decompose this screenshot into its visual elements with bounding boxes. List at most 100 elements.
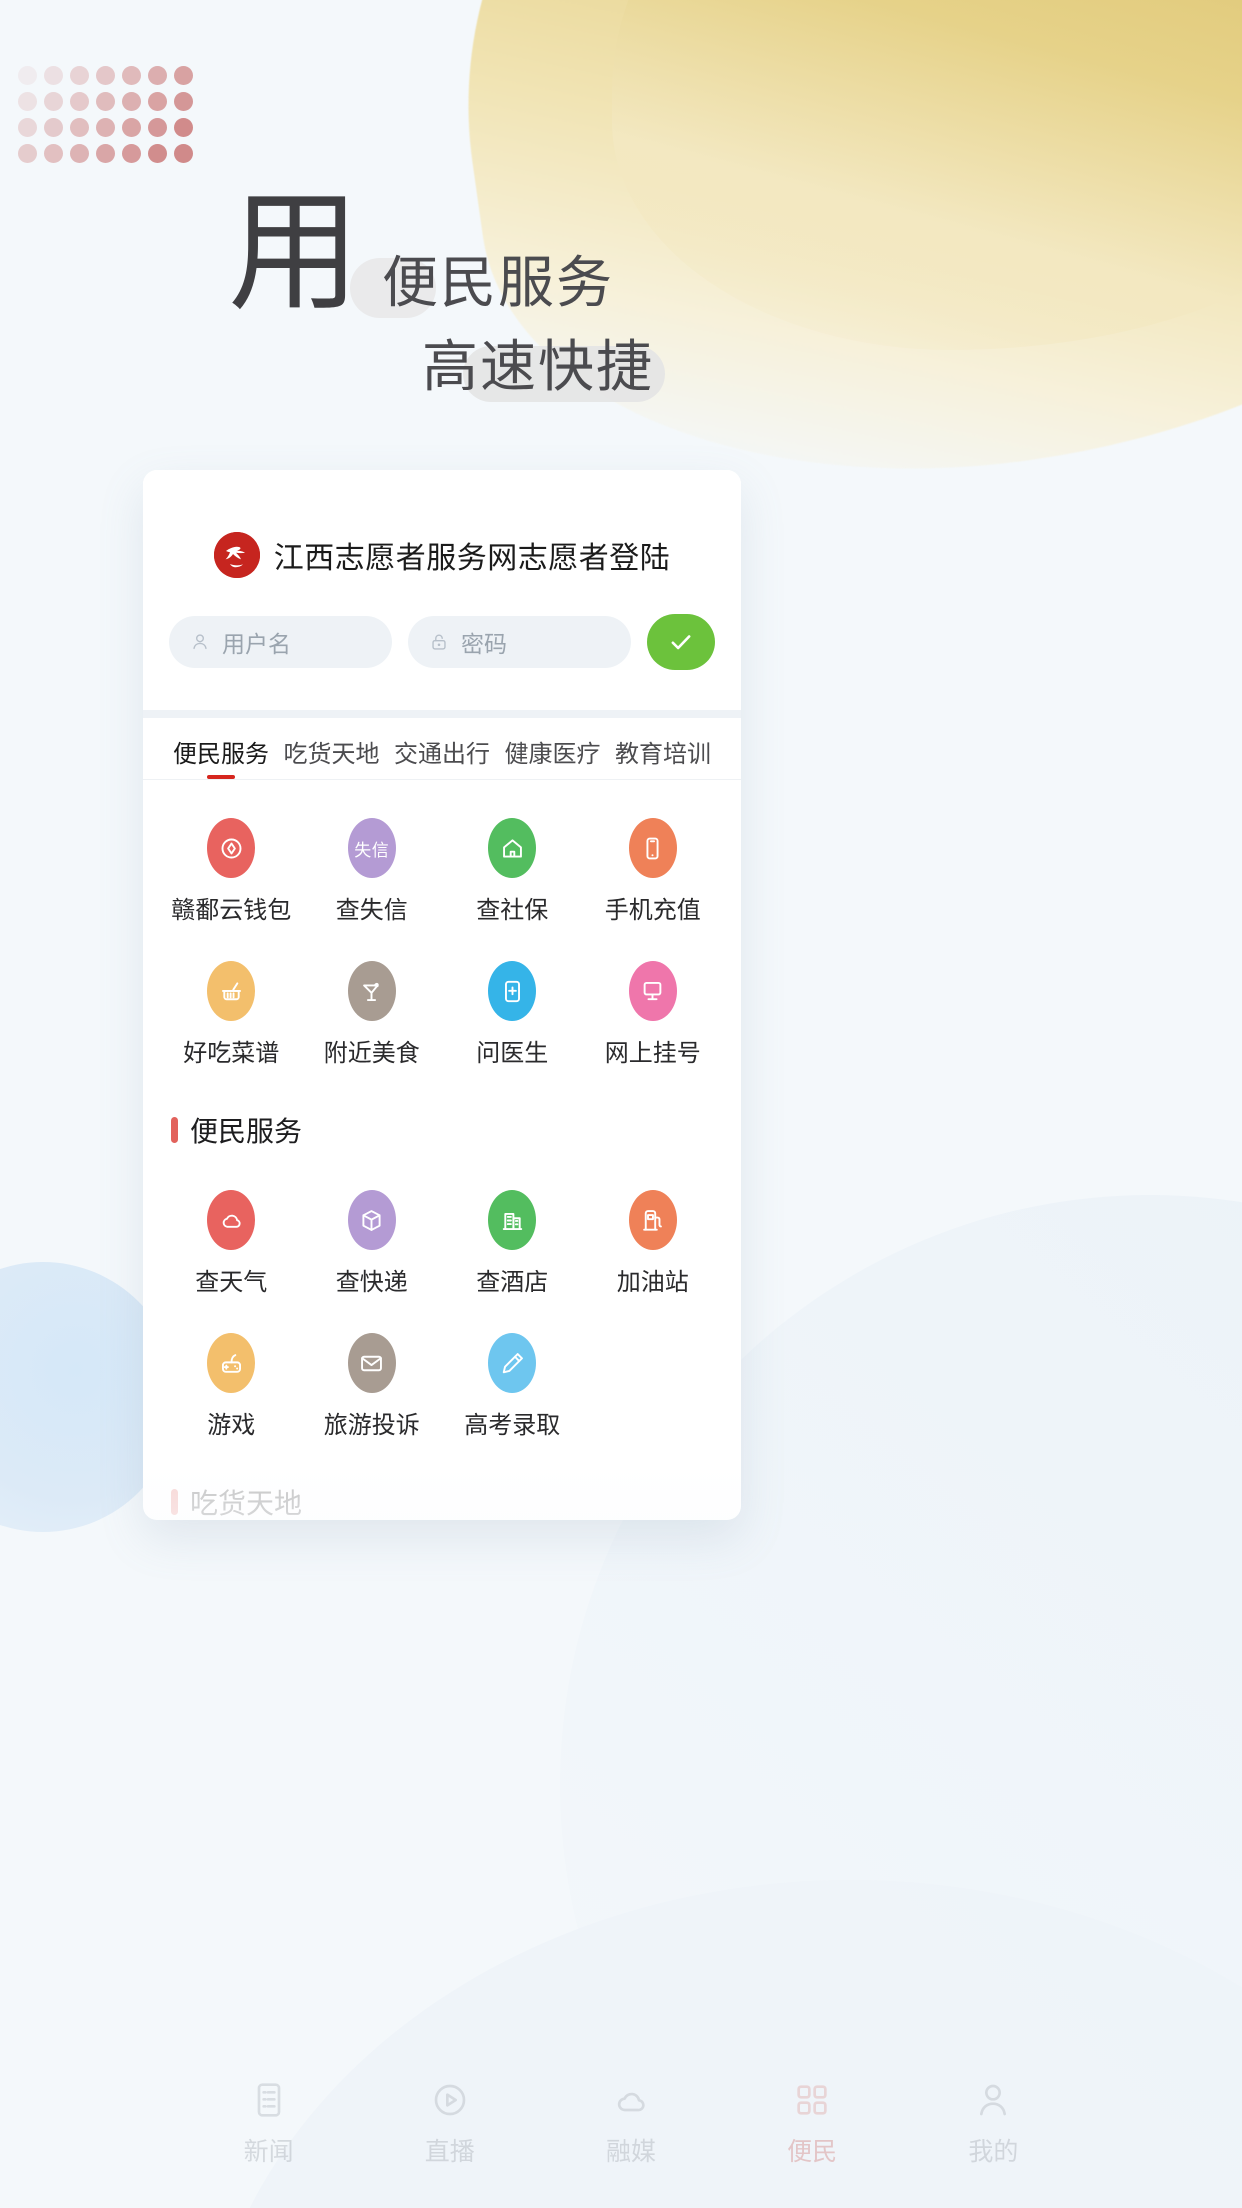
password-placeholder: 密码 bbox=[461, 632, 507, 657]
gamepad-icon bbox=[207, 1333, 256, 1393]
building-icon bbox=[488, 1190, 537, 1250]
nav-item-label: 我的 bbox=[968, 2139, 1019, 2166]
lock-icon bbox=[432, 634, 446, 650]
section-0-item-1[interactable]: 查快递 bbox=[302, 1178, 443, 1315]
nav-item-3[interactable]: 便民 bbox=[787, 2080, 837, 2168]
section-header-0: 便民服务 bbox=[143, 1092, 741, 1152]
quick-access-item-7[interactable]: 网上挂号 bbox=[583, 949, 724, 1086]
person-icon bbox=[973, 2080, 1013, 2125]
section-0-item-0[interactable]: 查天气 bbox=[161, 1178, 302, 1315]
decorative-dot bbox=[17, 65, 37, 85]
decorative-dot bbox=[121, 65, 141, 85]
nav-item-1[interactable]: 直播 bbox=[425, 2080, 475, 2168]
check-icon bbox=[671, 635, 691, 650]
bottom-navigation-bar: 新闻 直播 融媒 便民 我的 bbox=[178, 2072, 1084, 2176]
decorative-dot bbox=[95, 91, 115, 111]
section-0-label: 查快递 bbox=[335, 1270, 408, 1296]
mobile-phone-icon bbox=[628, 818, 677, 878]
decorative-dot bbox=[43, 143, 63, 163]
nav-item-2[interactable]: 融媒 bbox=[606, 2080, 656, 2168]
section-0-grid: 查天气 查快递 查酒店 加油站游戏 旅游投诉 高考录取 bbox=[143, 1152, 741, 1464]
package-box-icon bbox=[347, 1190, 396, 1250]
nav-item-label: 便民 bbox=[787, 2139, 838, 2166]
tab-4[interactable]: 教育培训 bbox=[615, 734, 711, 779]
section-0-label: 查天气 bbox=[195, 1270, 268, 1296]
section-0-item-4[interactable]: 游戏 bbox=[161, 1321, 302, 1458]
section-title: 便民服务 bbox=[190, 1117, 303, 1148]
section-0-label: 加油站 bbox=[616, 1270, 689, 1296]
nav-item-label: 新闻 bbox=[243, 2139, 294, 2166]
quick-access-label: 好吃菜谱 bbox=[183, 1041, 280, 1067]
decorative-dot bbox=[173, 65, 193, 85]
decorative-dot bbox=[43, 117, 63, 137]
username-placeholder: 用户名 bbox=[222, 632, 291, 657]
nav-item-4[interactable]: 我的 bbox=[968, 2080, 1018, 2168]
section-accent-bar bbox=[171, 1489, 178, 1515]
volunteer-logo-icon bbox=[213, 532, 260, 578]
decorative-dot bbox=[147, 65, 167, 85]
quick-access-item-3[interactable]: 手机充值 bbox=[583, 806, 724, 943]
password-field[interactable]: 密码 bbox=[408, 616, 631, 668]
decorative-dot bbox=[17, 117, 37, 137]
fuel-pump-icon bbox=[628, 1190, 677, 1250]
decorative-dot bbox=[69, 91, 89, 111]
tab-1[interactable]: 吃货天地 bbox=[284, 734, 380, 779]
tab-2[interactable]: 交通出行 bbox=[394, 734, 490, 779]
section-0-label: 高考录取 bbox=[464, 1413, 561, 1439]
decorative-dot bbox=[17, 91, 37, 111]
tab-0[interactable]: 便民服务 bbox=[173, 734, 269, 779]
decorative-dot bbox=[95, 117, 115, 137]
quick-access-item-4[interactable]: 好吃菜谱 bbox=[161, 949, 302, 1086]
decorative-dot bbox=[121, 91, 141, 111]
section-0-item-2[interactable]: 查酒店 bbox=[442, 1178, 583, 1315]
section-0-item-6[interactable]: 高考录取 bbox=[442, 1321, 583, 1458]
login-submit-button[interactable] bbox=[647, 614, 715, 670]
quick-access-label: 查社保 bbox=[476, 898, 549, 924]
envelope-icon bbox=[347, 1333, 396, 1393]
nav-item-0[interactable]: 新闻 bbox=[244, 2080, 294, 2168]
quick-access-item-1[interactable]: 失信 查失信 bbox=[302, 806, 443, 943]
quick-access-label: 查失信 bbox=[335, 898, 408, 924]
quick-access-label: 网上挂号 bbox=[604, 1041, 701, 1067]
section-0-item-5[interactable]: 旅游投诉 bbox=[302, 1321, 443, 1458]
decorative-dot bbox=[147, 117, 167, 137]
decorative-dot bbox=[173, 117, 193, 137]
decorative-dot bbox=[95, 65, 115, 85]
house-icon bbox=[488, 818, 537, 878]
section-0-item-3[interactable]: 加油站 bbox=[583, 1178, 724, 1315]
play-circle-icon bbox=[430, 2080, 470, 2125]
shixin-text-icon: 失信 bbox=[347, 818, 396, 878]
section-0-label: 旅游投诉 bbox=[323, 1413, 420, 1439]
quick-access-label: 赣鄱云钱包 bbox=[171, 898, 292, 924]
quick-access-label: 问医生 bbox=[476, 1041, 549, 1067]
quick-access-label: 手机充值 bbox=[604, 898, 701, 924]
decorative-dot bbox=[95, 143, 115, 163]
login-title: 江西志愿者服务网志愿者登陆 bbox=[273, 542, 671, 575]
nav-item-label: 融媒 bbox=[605, 2139, 656, 2166]
tab-3[interactable]: 健康医疗 bbox=[505, 734, 601, 779]
section-header-1: 吃货天地 bbox=[143, 1464, 741, 1520]
medical-cross-icon bbox=[488, 961, 537, 1021]
decorative-dot bbox=[69, 143, 89, 163]
quick-access-item-6[interactable]: 问医生 bbox=[442, 949, 583, 1086]
decorative-dot bbox=[147, 91, 167, 111]
section-accent-bar bbox=[171, 1117, 178, 1143]
decorative-dot bbox=[69, 65, 89, 85]
section-divider bbox=[143, 710, 741, 718]
login-form-row: 用户名 密码 bbox=[143, 614, 741, 710]
decorative-dot bbox=[173, 143, 193, 163]
user-icon bbox=[193, 634, 207, 650]
decorative-dot bbox=[69, 117, 89, 137]
quick-access-item-5[interactable]: 附近美食 bbox=[302, 949, 443, 1086]
quick-access-item-2[interactable]: 查社保 bbox=[442, 806, 583, 943]
decorative-dot bbox=[121, 143, 141, 163]
decorative-dot bbox=[43, 65, 63, 85]
quick-access-grid: 赣鄱云钱包 失信 查失信 查社保 手机充值 好吃菜谱 附近美食 问医生 网上挂号 bbox=[143, 780, 741, 1092]
cloud-nav-icon bbox=[611, 2080, 651, 2125]
decorative-dot bbox=[43, 91, 63, 111]
hero-subtitle-line1: 便民服务 bbox=[382, 253, 614, 315]
quick-access-label: 附近美食 bbox=[323, 1041, 420, 1067]
decorative-dot bbox=[121, 117, 141, 137]
username-field[interactable]: 用户名 bbox=[169, 616, 392, 668]
quick-access-item-0[interactable]: 赣鄱云钱包 bbox=[161, 806, 302, 943]
